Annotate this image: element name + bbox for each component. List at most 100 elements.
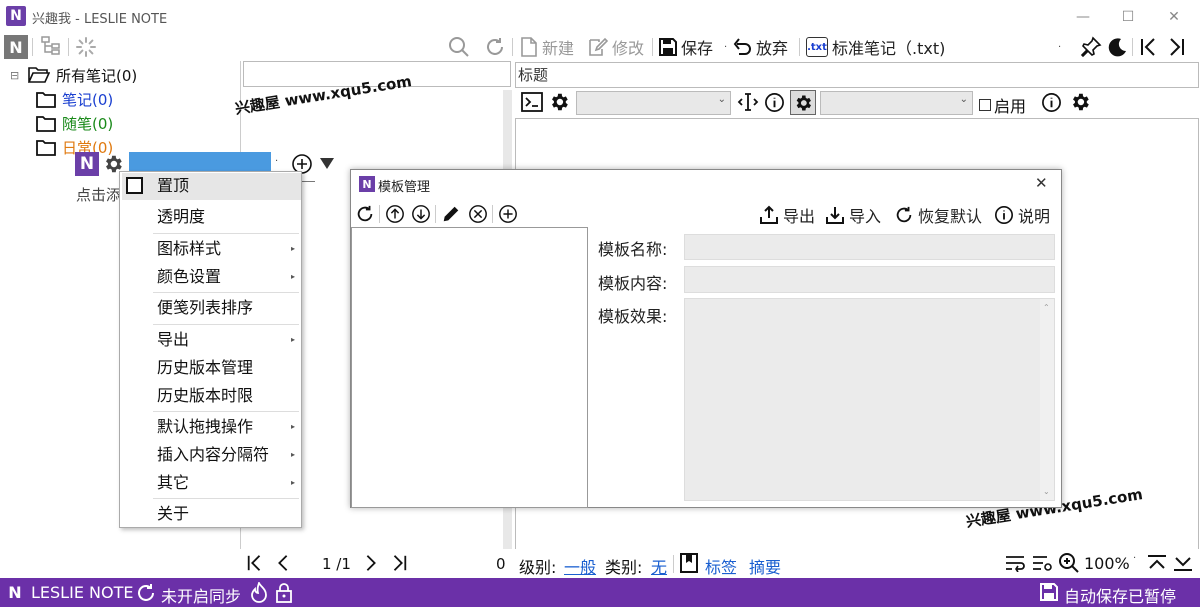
template-list[interactable] <box>351 227 588 508</box>
menu-item-color-settings[interactable]: 颜色设置 ▸ <box>120 264 301 290</box>
tag-link[interactable]: 标签 <box>705 554 737 578</box>
app-menu-icon[interactable]: N <box>4 35 28 59</box>
gear-icon[interactable] <box>1069 91 1091 113</box>
first-page-icon[interactable] <box>246 553 264 573</box>
gear-icon[interactable] <box>548 91 570 113</box>
discard-button[interactable]: 放弃 <box>732 34 788 60</box>
minimize-button[interactable]: — <box>1060 0 1106 33</box>
folder-icon <box>36 139 56 156</box>
edit-note-button[interactable]: 修改 <box>588 34 644 60</box>
template-effect-preview: ⌃ ⌄ <box>684 298 1055 501</box>
refresh-icon[interactable] <box>484 36 506 58</box>
move-down-icon[interactable] <box>411 204 431 224</box>
template-content-input[interactable] <box>684 266 1055 293</box>
note-style-icon[interactable]: N <box>75 152 99 176</box>
scroll-bottom-icon[interactable] <box>1172 553 1194 573</box>
note-type-button[interactable]: .txt 标准笔记（.txt) <box>806 34 945 60</box>
help-button[interactable]: 说明 <box>994 202 1050 228</box>
first-page-icon[interactable] <box>1139 36 1159 58</box>
menu-item-opacity[interactable]: 透明度 <box>120 204 301 230</box>
menu-item-insert-separator[interactable]: 插入内容分隔符 ▸ <box>120 442 301 468</box>
info-icon[interactable] <box>764 92 785 113</box>
import-button[interactable]: 导入 <box>825 202 881 228</box>
new-file-icon <box>521 37 537 57</box>
dropdown-triangle-icon[interactable] <box>319 156 335 170</box>
note-title-input[interactable]: 标题 <box>515 62 1199 88</box>
reset-icon <box>896 206 912 223</box>
tree-item-notes[interactable]: 笔记(0) <box>36 87 113 111</box>
dialog-close-button[interactable]: ✕ <box>1035 174 1048 192</box>
flame-icon[interactable] <box>250 582 268 604</box>
dialog-logo-icon: N <box>359 176 375 192</box>
level-link[interactable]: 一般 <box>564 554 596 578</box>
format-settings-icon[interactable] <box>1031 554 1053 572</box>
app-logo-icon: N <box>8 583 22 602</box>
menu-item-about[interactable]: 关于 <box>120 501 301 527</box>
search-icon[interactable] <box>448 36 470 58</box>
save-icon <box>659 38 677 56</box>
menu-item-history-manage[interactable]: 历史版本管理 <box>120 355 301 381</box>
menu-item-pin-top[interactable]: 置顶 <box>120 173 301 199</box>
undo-icon <box>733 38 751 55</box>
scrollbar[interactable]: ⌃ ⌄ <box>1040 299 1054 500</box>
tree-view-icon[interactable] <box>40 36 62 56</box>
export-button[interactable]: 导出 <box>759 202 815 228</box>
add-hint: 点击添 <box>76 186 122 204</box>
pin-icon[interactable] <box>1080 36 1102 58</box>
maximize-button[interactable]: ☐ <box>1105 0 1151 33</box>
category-link[interactable]: 无 <box>651 554 667 578</box>
zoom-level: 100% <box>1084 554 1130 573</box>
refresh-icon[interactable] <box>355 204 375 224</box>
scroll-top-icon[interactable] <box>1146 553 1168 573</box>
prev-page-icon[interactable] <box>276 553 290 573</box>
template-name-input[interactable] <box>684 234 1055 260</box>
menu-item-icon-style[interactable]: 图标样式 ▸ <box>120 236 301 262</box>
category-label: 类别: <box>605 558 643 577</box>
page-indicator: 1 /1 <box>322 555 351 573</box>
summary-link[interactable]: 摘要 <box>749 554 781 578</box>
edit-pencil-icon[interactable] <box>441 204 461 224</box>
menu-item-list-sort[interactable]: 便笺列表排序 <box>120 295 301 321</box>
info-icon[interactable] <box>1041 92 1062 113</box>
add-icon[interactable] <box>498 204 518 224</box>
dark-mode-icon[interactable] <box>1106 36 1128 58</box>
folder-open-icon <box>28 67 50 83</box>
menu-item-other[interactable]: 其它 ▸ <box>120 470 301 496</box>
template-select[interactable]: ⌄ <box>576 91 731 115</box>
new-note-button[interactable]: 新建 <box>520 34 574 60</box>
upload-icon <box>760 205 778 224</box>
title-bar: N 兴趣我 - LESLIE NOTE — ☐ ✕ <box>0 0 1200 33</box>
sync-icon[interactable] <box>135 582 157 604</box>
menu-item-drag-action[interactable]: 默认拖拽操作 ▸ <box>120 414 301 440</box>
bookmark-icon[interactable] <box>680 553 698 573</box>
autosave-status: 自动保存已暂停 <box>1064 587 1177 606</box>
terminal-icon[interactable] <box>521 92 543 112</box>
menu-item-history-limit[interactable]: 历史版本时限 <box>120 383 301 409</box>
menu-item-export[interactable]: 导出 ▸ <box>120 327 301 353</box>
move-up-icon[interactable] <box>385 204 405 224</box>
tree-root[interactable]: ⊟ 所有笔记(0) <box>10 63 137 87</box>
delete-icon[interactable] <box>468 204 488 224</box>
last-page-icon[interactable] <box>390 553 408 573</box>
format-select[interactable]: ⌄ <box>820 91 973 115</box>
next-page-icon[interactable] <box>364 553 378 573</box>
reset-default-button[interactable]: 恢复默认 <box>894 202 982 228</box>
template-content-label: 模板内容: <box>598 274 668 293</box>
dialog-title: 模板管理 <box>378 180 431 195</box>
sync-status[interactable]: 未开启同步 <box>161 583 241 607</box>
close-button[interactable]: ✕ <box>1151 0 1197 33</box>
template-effect-label: 模板效果: <box>598 307 668 326</box>
word-wrap-icon[interactable] <box>1004 554 1026 572</box>
settings-toggle-icon[interactable] <box>790 90 816 115</box>
zoom-icon[interactable] <box>1058 552 1080 574</box>
tree-item-essays[interactable]: 随笔(0) <box>36 111 113 135</box>
status-bar: N LESLIE NOTE 未开启同步 自动保存已暂停 <box>0 578 1200 607</box>
text-cursor-icon[interactable] <box>737 92 759 112</box>
enable-checkbox[interactable]: 启用 <box>979 93 1026 117</box>
template-name-label: 模板名称: <box>598 240 668 259</box>
collapse-icon[interactable]: ⊟ <box>10 69 22 82</box>
main-toolbar: N 新建 修改 保存 · 放弃 .txt 标准笔记（.txt) · <box>0 33 1200 61</box>
lock-icon[interactable] <box>275 582 293 604</box>
save-button[interactable]: 保存 <box>659 34 713 60</box>
last-page-icon[interactable] <box>1166 36 1186 58</box>
